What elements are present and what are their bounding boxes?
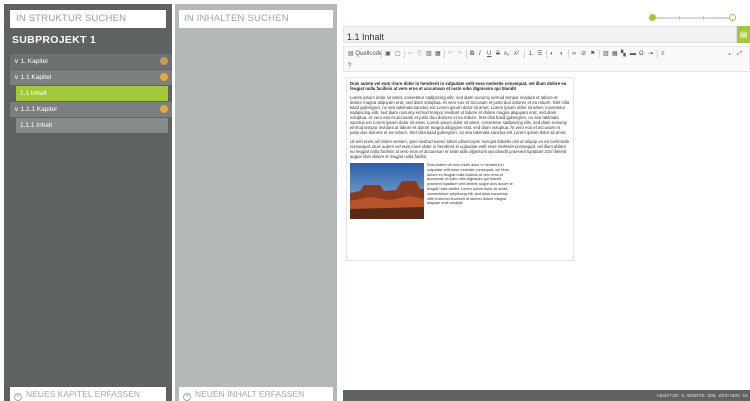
content-title-field[interactable]: 1.1 Inhalt	[343, 26, 737, 43]
paste-text-icon[interactable]: ▦	[435, 50, 441, 58]
tree-item-content-1-1-1[interactable]: 1.1.1 Inhalt	[16, 118, 168, 133]
paste-icon[interactable]: ▥	[426, 50, 432, 58]
project-title: SUBPROJEKT 1	[12, 34, 97, 46]
slider-tick	[703, 16, 704, 20]
maximize-icon[interactable]: ⤢	[737, 50, 742, 58]
slider-tick	[679, 16, 680, 20]
tree-item-chapter-1[interactable]: ∨ 1. Kapitel	[10, 54, 172, 69]
format-icon[interactable]: ≡	[661, 50, 665, 58]
content-title: 1.1 Inhalt	[347, 32, 385, 42]
content-search-input[interactable]: IN INHALTEN SUCHEN	[179, 10, 333, 28]
toolbar-divider	[381, 50, 382, 58]
toolbar-divider	[444, 50, 445, 58]
numbered-list-icon[interactable]: ⒈	[528, 50, 534, 58]
bullet-list-icon[interactable]: ☰	[537, 50, 542, 58]
new-page-icon[interactable]: ▢	[395, 50, 401, 58]
strike-icon[interactable]: S	[496, 50, 500, 58]
slider-end-marker	[729, 14, 736, 21]
unlink-icon[interactable]: ⊘	[581, 50, 586, 58]
superscript-icon[interactable]: x²	[514, 50, 519, 58]
structure-search-input[interactable]: IN STRUKTUR SUCHEN	[10, 10, 166, 28]
desert-landscape-icon	[350, 163, 424, 219]
tree-item-content-1-1[interactable]: 1.1 Inhalt	[16, 86, 168, 101]
save-button[interactable]: ▤	[737, 26, 750, 43]
editor-panel: 1.1 Inhalt ▤ ▤ Quellcode ▣ ▢ ✂ ⎘ ▥ ▦ ↶ ↷…	[343, 4, 750, 401]
add-chapter-button[interactable]: + NEUES KAPITEL ERFASSEN	[10, 387, 166, 401]
toolbar-divider	[568, 50, 569, 58]
editor-status-bar: ABSÄTZE: 5, WORTE: 308, ZEICHEN: 15	[343, 390, 750, 401]
page-break-icon[interactable]: ⇥	[648, 50, 653, 58]
dropdown-icon[interactable]: ⌄	[727, 50, 732, 58]
tree-item-label: ∨ 1.1 Kapitel	[14, 74, 52, 81]
help-icon[interactable]: ?	[348, 62, 351, 70]
indent-icon[interactable]: ◑	[559, 50, 563, 58]
bold-icon[interactable]: B	[470, 50, 474, 58]
save-icon: ▤	[739, 30, 748, 39]
status-dot-icon	[160, 73, 168, 81]
horizontal-rule-icon[interactable]: ▬	[630, 50, 636, 58]
image-with-text: Duis autem vel eum iriure dolor in hendr…	[350, 163, 570, 223]
toolbar-divider	[524, 50, 525, 58]
italic-icon[interactable]: I	[479, 50, 481, 58]
toolbar-divider	[546, 50, 547, 58]
toolbar-divider	[599, 50, 600, 58]
tree-item-label: ∨ 1. Kapitel	[14, 58, 48, 65]
save-doc-icon[interactable]: ▣	[385, 50, 391, 58]
toolbar-divider	[466, 50, 467, 58]
add-chapter-label: NEUES KAPITEL ERFASSEN	[26, 389, 140, 399]
editor-document[interactable]: Duis autem vel eum iriure dolor in hendr…	[346, 77, 574, 261]
outdent-icon[interactable]: ◐	[550, 50, 554, 58]
add-content-label: NEUEN INHALT ERFASSEN	[195, 389, 305, 399]
toolbar-divider	[404, 50, 405, 58]
tree-item-chapter-1-1-1[interactable]: ∨ 1.1.1 Kapitel	[10, 102, 172, 117]
desert-landscape-image	[350, 163, 424, 219]
zoom-slider[interactable]	[649, 14, 736, 21]
cut-icon[interactable]: ✂	[408, 50, 413, 58]
tree-item-label: 1.1 Inhalt	[20, 90, 47, 97]
media-icon[interactable]: ▚	[621, 50, 626, 58]
tree-item-chapter-1-1[interactable]: ∨ 1.1 Kapitel	[10, 70, 172, 85]
undo-icon[interactable]: ↶	[448, 50, 453, 58]
tree-item-label: ∨ 1.1.1 Kapitel	[14, 106, 57, 113]
add-content-button[interactable]: + NEUEN INHALT ERFASSEN	[179, 387, 333, 401]
redo-icon[interactable]: ↷	[457, 50, 462, 58]
toolbar-divider	[657, 50, 658, 58]
word-count-status: ABSÄTZE: 5, WORTE: 308, ZEICHEN: 15	[656, 393, 748, 398]
anchor-icon[interactable]: ⚑	[590, 50, 595, 58]
source-code-button[interactable]: ▤ Quellcode	[348, 50, 382, 58]
image-icon[interactable]: ▨	[603, 50, 609, 58]
status-dot-icon	[160, 105, 168, 113]
paragraph: Lorem ipsum dolor sit amet, consetetur s…	[350, 95, 570, 135]
table-icon[interactable]: ▦	[612, 50, 618, 58]
paragraph: Ut wisi enim ad minim veniam, quis nostr…	[350, 139, 569, 159]
tree-item-label: 1.1.1 Inhalt	[20, 122, 53, 129]
link-icon[interactable]: ∞	[572, 50, 576, 58]
plus-icon: +	[14, 393, 22, 401]
subscript-icon[interactable]: x₂	[504, 50, 509, 58]
slider-handle[interactable]	[649, 14, 656, 21]
paragraph: Duis autem vel eum iriure dolor in hendr…	[350, 81, 567, 91]
structure-panel: IN STRUKTUR SUCHEN SUBPROJEKT 1 ∨ 1. Kap…	[4, 4, 172, 401]
image-caption-text: Duis autem vel eum iriure dolor in hendr…	[427, 163, 513, 206]
underline-icon[interactable]: U	[487, 50, 491, 58]
editor-toolbar: ▤ Quellcode ▣ ▢ ✂ ⎘ ▥ ▦ ↶ ↷ B I U S x₂ x…	[343, 46, 750, 72]
special-char-icon[interactable]: Ω	[639, 50, 644, 58]
status-dot-icon	[160, 57, 168, 65]
source-code-label: Quellcode	[355, 51, 383, 57]
content-panel: IN INHALTEN SUCHEN + NEUEN INHALT ERFASSE…	[175, 4, 337, 401]
plus-icon: +	[183, 393, 191, 401]
app: IN STRUKTUR SUCHEN SUBPROJEKT 1 ∨ 1. Kap…	[0, 0, 750, 401]
copy-icon[interactable]: ⎘	[417, 50, 422, 58]
